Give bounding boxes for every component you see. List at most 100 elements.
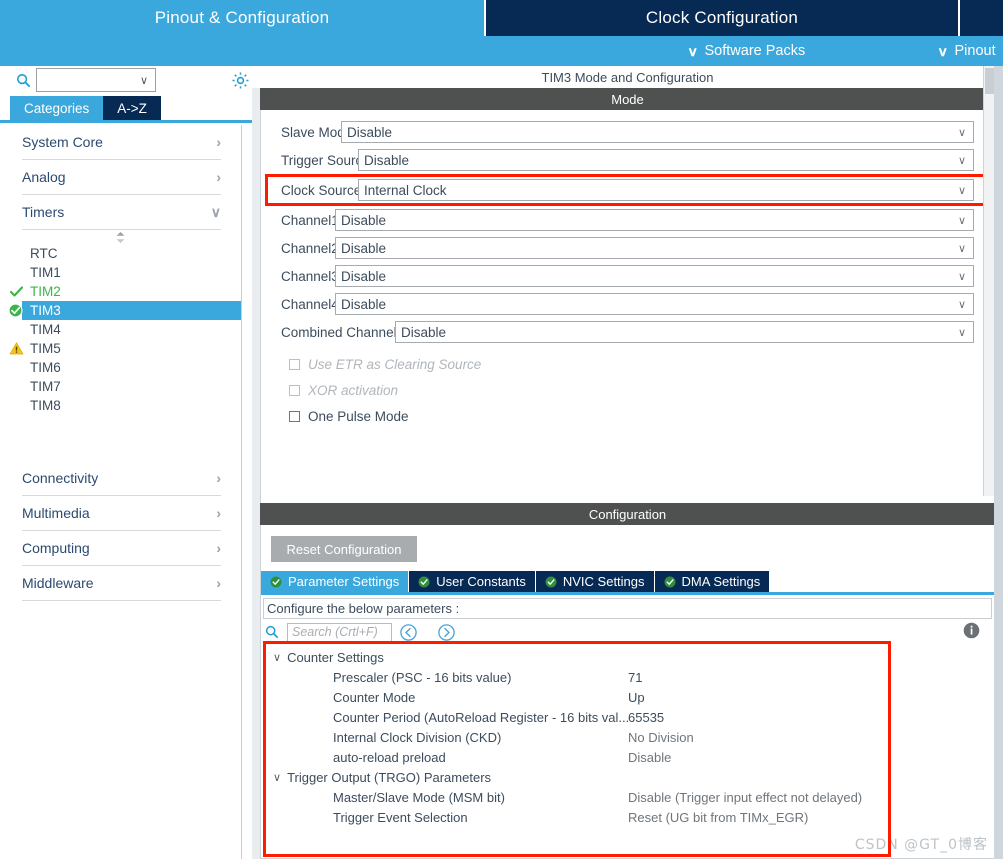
parameter-value: Up (628, 690, 645, 705)
field-slave-mode: Slave Mode Disable ∨ (261, 120, 994, 144)
list-scroll-nub[interactable] (0, 230, 241, 244)
parameter-value: 65535 (628, 710, 664, 725)
chevron-down-icon: ∨ (937, 45, 948, 58)
field-trigger-source-label: Trigger Source (261, 153, 358, 168)
channel3-select[interactable]: Disable ∨ (335, 265, 974, 287)
combined-channels-select[interactable]: Disable ∨ (395, 321, 974, 343)
parameter-value: No Division (628, 730, 694, 745)
channel2-select[interactable]: Disable ∨ (335, 237, 974, 259)
chevron-down-icon: ∨ (958, 154, 966, 167)
table-row[interactable]: Internal Clock Division (CKD) No Divisio… (267, 727, 992, 747)
checkbox-box[interactable] (289, 411, 300, 422)
table-row[interactable]: Prescaler (PSC - 16 bits value) 71 (267, 667, 992, 687)
list-item-tim8[interactable]: TIM8 (0, 396, 241, 415)
info-icon[interactable] (963, 622, 980, 639)
table-row[interactable]: Counter Period (AutoReload Register - 16… (267, 707, 992, 727)
table-row[interactable]: Master/Slave Mode (MSM bit) Disable (Tri… (267, 787, 992, 807)
sidebar-item-timers[interactable]: Timers ∨ (22, 195, 221, 230)
sidebar-item-connectivity-label: Connectivity (22, 470, 98, 486)
list-item-tim6[interactable]: TIM6 (0, 358, 241, 377)
tab-clock-configuration[interactable]: Clock Configuration (484, 0, 960, 36)
parameter-tree: ∨ Counter Settings Prescaler (PSC - 16 b… (263, 645, 992, 827)
tab-user-constants[interactable]: User Constants (409, 571, 536, 592)
circle-left-arrow-icon[interactable] (400, 624, 417, 641)
parameter-group-counter-settings[interactable]: ∨ Counter Settings (267, 647, 992, 667)
sidebar-item-connectivity[interactable]: Connectivity › (22, 461, 221, 496)
sidebar-item-middleware[interactable]: Middleware › (22, 566, 221, 601)
tab-dma-settings[interactable]: DMA Settings (655, 571, 771, 592)
channel2-value: Disable (336, 241, 386, 256)
search-icon (265, 625, 279, 639)
sidebar-search-input[interactable]: ∨ (36, 68, 156, 92)
parameter-search-input[interactable]: Search (Crtl+F) (287, 623, 392, 642)
sidebar-item-computing-label: Computing (22, 540, 90, 556)
parameter-key: Master/Slave Mode (MSM bit) (333, 790, 628, 805)
chevron-right-icon: › (216, 505, 221, 521)
parameter-key: Trigger Event Selection (333, 810, 628, 825)
sidebar-item-system-core[interactable]: System Core › (22, 125, 221, 160)
tab-parameter-settings[interactable]: Parameter Settings (261, 571, 409, 592)
checkbox-one-pulse-mode[interactable]: One Pulse Mode (261, 403, 994, 429)
main-content: TIM3 Mode and Configuration Mode Slave M… (252, 66, 1003, 859)
channel1-select[interactable]: Disable ∨ (335, 209, 974, 231)
check-circle-icon (664, 576, 676, 588)
configuration-note: Configure the below parameters : (263, 598, 992, 619)
field-clock-source-label: Clock Source (261, 183, 358, 198)
watermark: CSDN @GT_0博客 (855, 834, 988, 854)
stm32cubemx-window: Pinout & Configuration Clock Configurati… (0, 0, 1003, 859)
list-item-tim4[interactable]: TIM4 (0, 320, 241, 339)
combined-channels-value: Disable (396, 325, 446, 340)
software-packs-menu[interactable]: ∨ Software Packs (688, 36, 805, 66)
tab-clock-configuration-label: Clock Configuration (646, 8, 798, 28)
table-row[interactable]: auto-reload preload Disable (267, 747, 992, 767)
list-item-tim1-label: TIM1 (30, 265, 61, 280)
channel4-select[interactable]: Disable ∨ (335, 293, 974, 315)
parameter-group-trigger-output[interactable]: ∨ Trigger Output (TRGO) Parameters (267, 767, 992, 787)
list-item-tim2[interactable]: TIM2 (0, 282, 241, 301)
chevron-down-icon: ∨ (273, 771, 281, 784)
tab-partial-right[interactable] (960, 0, 1003, 36)
field-channel3: Channel3 Disable ∨ (261, 264, 994, 288)
timer-peripheral-list: RTC TIM1 TIM2 TIM (0, 244, 241, 415)
table-row[interactable]: Trigger Event Selection Reset (UG bit fr… (267, 807, 992, 827)
reset-configuration-button[interactable]: Reset Configuration (271, 536, 417, 562)
parameter-key: auto-reload preload (333, 750, 628, 765)
list-item-tim6-label: TIM6 (30, 360, 61, 375)
sidebar-item-analog[interactable]: Analog › (22, 160, 221, 195)
list-item-rtc[interactable]: RTC (0, 244, 241, 263)
table-row[interactable]: Counter Mode Up (267, 687, 992, 707)
field-combined-channels-label: Combined Channels (261, 325, 395, 340)
tab-a-to-z[interactable]: A->Z (103, 96, 161, 120)
list-item-tim1[interactable]: TIM1 (0, 263, 241, 282)
trigger-source-select[interactable]: Disable ∨ (358, 149, 974, 171)
sidebar-item-analog-label: Analog (22, 169, 66, 185)
trigger-source-value: Disable (359, 153, 409, 168)
field-slave-mode-label: Slave Mode (261, 125, 341, 140)
gear-icon[interactable] (231, 71, 250, 90)
window-edge-scrollbar[interactable] (994, 66, 1003, 859)
sidebar-item-computing[interactable]: Computing › (22, 531, 221, 566)
mode-panel: Slave Mode Disable ∨ Trigger Source Disa… (260, 110, 995, 553)
list-item-tim7-label: TIM7 (30, 379, 61, 394)
mode-panel-scrollbar[interactable] (983, 66, 994, 496)
tab-pinout-configuration[interactable]: Pinout & Configuration (0, 0, 484, 36)
circle-right-arrow-icon[interactable] (438, 624, 455, 641)
pinout-menu[interactable]: ∨ Pinout (938, 36, 996, 66)
field-channel1-label: Channel1 (261, 213, 335, 228)
sidebar-search-value (37, 71, 41, 85)
tab-categories[interactable]: Categories (10, 96, 103, 120)
warning-icon (9, 341, 24, 356)
clock-source-select[interactable]: Internal Clock ∨ (358, 179, 974, 201)
list-item-tim3[interactable]: TIM3 (22, 301, 241, 320)
sidebar-item-multimedia[interactable]: Multimedia › (22, 496, 221, 531)
list-item-tim7[interactable]: TIM7 (0, 377, 241, 396)
tab-nvic-settings[interactable]: NVIC Settings (536, 571, 655, 592)
slave-mode-select[interactable]: Disable ∨ (341, 121, 974, 143)
pinout-label: Pinout (955, 43, 996, 59)
list-item-tim5[interactable]: TIM5 (0, 339, 241, 358)
chevron-down-icon: ∨ (140, 74, 148, 87)
configuration-tabs-underline (261, 592, 994, 595)
scrollbar-thumb[interactable] (985, 68, 994, 94)
checkbox-xor-activation: XOR activation (261, 377, 994, 403)
chevron-right-icon: › (216, 169, 221, 185)
